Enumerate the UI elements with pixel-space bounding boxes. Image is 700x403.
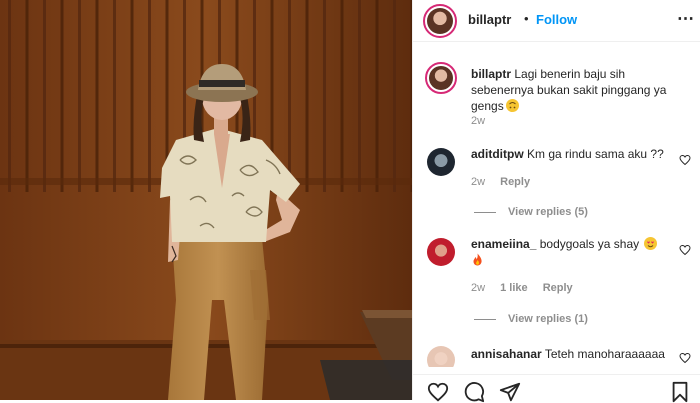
caption-username[interactable]: billaptr: [471, 67, 511, 81]
comment-username[interactable]: annisahanar: [471, 347, 542, 361]
reply-button[interactable]: Reply: [543, 282, 573, 294]
comment-meta: 2w 1 like Reply: [471, 282, 585, 294]
comments-list: billaptr Lagi benerin baju sih sebenerny…: [413, 42, 700, 367]
view-replies-label[interactable]: View replies (1): [508, 313, 588, 325]
post-action-bar: [413, 374, 700, 403]
replies-line: [474, 318, 496, 320]
post-header: billaptr • Follow ⋯: [413, 0, 700, 42]
commenter-avatar[interactable]: [427, 148, 455, 176]
comment-likes[interactable]: 1 like: [500, 282, 528, 294]
author-avatar[interactable]: [423, 4, 457, 38]
more-options-icon[interactable]: ⋯: [677, 9, 695, 29]
author-username[interactable]: billaptr: [468, 12, 511, 27]
comment-username[interactable]: enameiina_: [471, 237, 536, 251]
view-replies-button[interactable]: View replies (5): [474, 206, 588, 218]
heart-eyes-emoji: [644, 237, 658, 250]
upside-down-face-emoji: [505, 99, 519, 112]
caption-avatar[interactable]: [425, 62, 457, 94]
comment-body: bodygoals ya shay: [539, 237, 640, 251]
caption-meta: 2w: [471, 115, 497, 127]
follow-button[interactable]: Follow: [536, 12, 577, 27]
comment-time: 2w: [471, 176, 486, 188]
comment-meta: 2w Reply: [471, 176, 542, 188]
comment-text: enameiina_ bodygoals ya shay: [471, 236, 671, 268]
like-comment-heart-icon[interactable]: [679, 244, 691, 256]
caption-time: 2w: [471, 115, 486, 127]
commenter-avatar[interactable]: [427, 238, 455, 266]
comment-text: annisahanar Teteh manoharaaaaaa: [471, 346, 671, 362]
reply-button[interactable]: Reply: [500, 176, 530, 188]
separator-dot: •: [524, 11, 529, 26]
like-comment-heart-icon[interactable]: [679, 352, 691, 364]
comment-body: Km ga rindu sama aku ??: [527, 147, 664, 161]
view-replies-button[interactable]: View replies (1): [474, 313, 588, 325]
comment-body: Teteh manoharaaaaaa: [544, 347, 665, 361]
commenter-avatar[interactable]: [427, 346, 455, 367]
comment-time: 2w: [471, 282, 486, 294]
replies-line: [474, 211, 496, 213]
caption-text: billaptr Lagi benerin baju sih sebenerny…: [471, 66, 671, 114]
fire-emoji: [471, 253, 484, 266]
like-comment-heart-icon[interactable]: [679, 154, 691, 166]
view-replies-label[interactable]: View replies (5): [508, 206, 588, 218]
post-photo[interactable]: [0, 0, 412, 400]
post-photo-image: [0, 0, 412, 400]
comment-username[interactable]: aditditpw: [471, 147, 524, 161]
instagram-post-modal: billaptr • Follow ⋯ billaptr Lagi beneri…: [0, 0, 700, 403]
post-side-panel: billaptr • Follow ⋯ billaptr Lagi beneri…: [412, 0, 700, 403]
comment-text: aditditpw Km ga rindu sama aku ??: [471, 146, 671, 162]
